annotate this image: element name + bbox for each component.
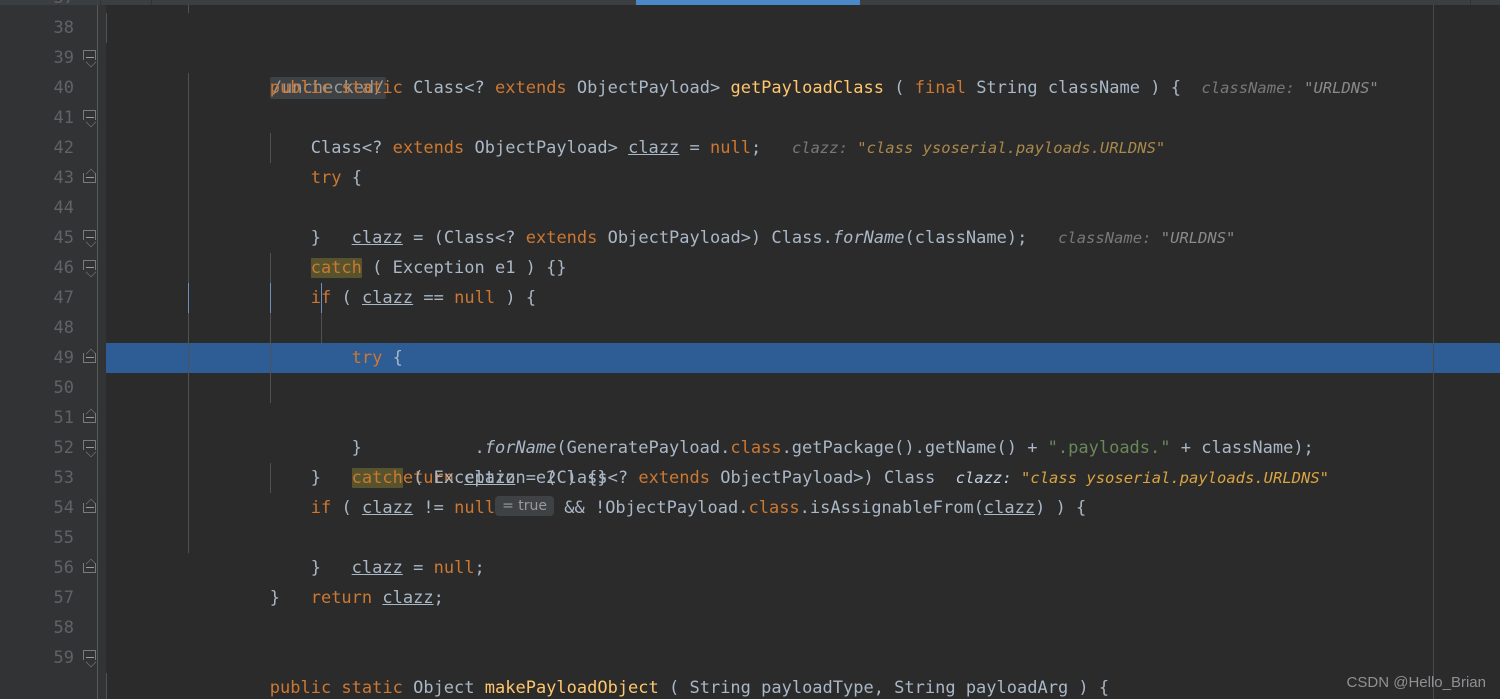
inline-hint-value: "class ysoserial.payloads.URLDNS" xyxy=(857,139,1166,157)
code-line[interactable]: /unchecked/ xyxy=(106,13,1500,99)
code-line[interactable]: public static Class<? extends ObjectPayl… xyxy=(106,43,1500,98)
line-number: 50 xyxy=(53,378,74,398)
line-number: 51 xyxy=(53,408,74,428)
code-line[interactable] xyxy=(106,613,1500,643)
inline-hint: className xyxy=(1201,79,1286,97)
inline-hint-value: "URLDNS" xyxy=(1304,79,1379,97)
inline-hint-value: "URLDNS" xyxy=(1160,229,1236,247)
line-number: 45 xyxy=(53,228,74,248)
line-number: 39 xyxy=(53,48,74,68)
code-content[interactable]: /unchecked/ public static Class<? extend… xyxy=(106,5,1500,699)
editor-window: 37 38 39 40 41 42 43 44 45 46 47 48 49 5… xyxy=(0,0,1500,699)
line-number: 37 xyxy=(0,0,74,13)
line-number: 56 xyxy=(53,558,74,578)
fold-marker-collapse-icon[interactable] xyxy=(83,103,98,133)
line-number: 55 xyxy=(53,528,74,548)
inline-hint-badge: = true xyxy=(495,496,554,516)
fold-marker-collapse-icon[interactable] xyxy=(83,43,98,73)
code-line[interactable]: try { xyxy=(106,103,1500,188)
line-number: 54 xyxy=(53,498,74,518)
code-editor[interactable]: 37 38 39 40 41 42 43 44 45 46 47 48 49 5… xyxy=(0,0,1500,699)
line-number: 41 xyxy=(53,108,74,128)
fold-marker-end-icon[interactable] xyxy=(83,163,98,193)
line-number: 58 xyxy=(53,618,74,638)
fold-marker-collapse-icon[interactable] xyxy=(83,433,98,463)
fold-marker-end-icon[interactable] xyxy=(83,553,98,583)
line-number: 48 xyxy=(53,318,74,338)
fold-marker-collapse-icon[interactable] xyxy=(83,253,98,283)
fold-marker-collapse-icon[interactable] xyxy=(83,643,98,673)
fold-marker-collapse-icon[interactable] xyxy=(83,223,98,253)
line-number: 43 xyxy=(53,168,74,188)
inline-hint: className xyxy=(1058,229,1143,247)
line-number: 53 xyxy=(53,468,74,488)
line-number: 52 xyxy=(53,438,74,458)
line-number: 49 xyxy=(53,348,74,368)
code-line[interactable]: catch ( Exception e1 ) {} xyxy=(106,193,1500,278)
code-line[interactable]: .forName(GeneratePayload.class.getPackag… xyxy=(106,313,1500,458)
inline-hint: clazz xyxy=(955,469,1003,487)
line-number: 44 xyxy=(53,198,74,218)
inline-hint-value: "class ysoserial.payloads.URLDNS" xyxy=(1021,469,1329,487)
line-number: 42 xyxy=(53,138,74,158)
line-number: 38 xyxy=(53,18,74,38)
watermark-text: CSDN @Hello_Brian xyxy=(1346,674,1486,691)
search-match: catch xyxy=(351,468,403,488)
code-line[interactable]: return clazz; xyxy=(106,523,1500,608)
code-line[interactable]: catch ( Exception e2 ) {} xyxy=(106,373,1500,488)
search-match: catch xyxy=(310,258,362,278)
code-line[interactable] xyxy=(106,5,1500,13)
line-number: 46 xyxy=(53,258,74,278)
line-number: 57 xyxy=(53,588,74,608)
code-line[interactable]: public static Object makePayloadObject (… xyxy=(106,643,1500,698)
inline-hint: clazz xyxy=(791,139,839,157)
line-number: 47 xyxy=(53,288,74,308)
fold-marker-end-icon[interactable] xyxy=(83,403,98,433)
fold-marker-end-icon[interactable] xyxy=(83,343,98,373)
right-margin-guide xyxy=(1433,5,1434,699)
code-line[interactable]: } xyxy=(106,403,1500,488)
line-number: 40 xyxy=(53,78,74,98)
line-number: 59 xyxy=(53,648,74,668)
fold-marker-end-icon[interactable] xyxy=(83,493,98,523)
